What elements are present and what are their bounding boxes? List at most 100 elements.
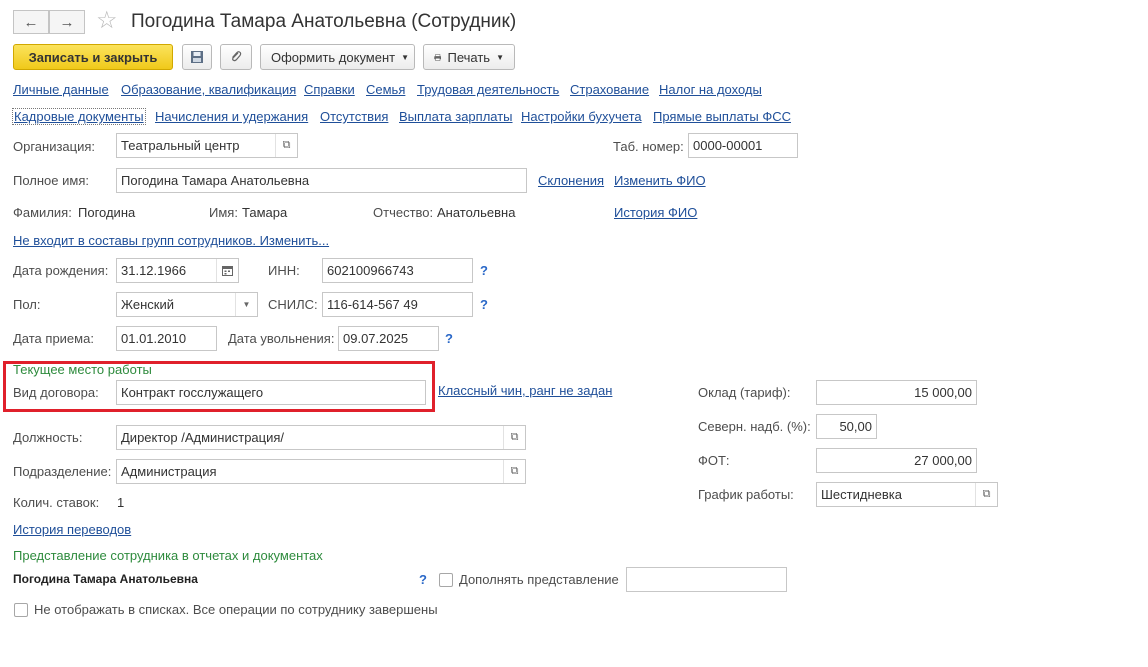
tab-insurance[interactable]: Страхование: [570, 82, 649, 97]
page-title: Погодина Тамара Анатольевна (Сотрудник): [131, 11, 517, 32]
save-and-close-button[interactable]: Записать и закрыть: [13, 44, 173, 70]
print-label: Печать: [447, 49, 491, 65]
workplace-section-title: Текущее место работы: [13, 362, 152, 377]
hire-date-field[interactable]: 01.01.2010: [116, 326, 217, 351]
tab-accounting-settings[interactable]: Настройки бухучета: [521, 109, 642, 124]
dropdown-arrow-icon: ▼: [496, 52, 504, 62]
gender-label: Пол:: [13, 297, 41, 312]
attach-button[interactable]: [220, 44, 252, 70]
class-rank-link[interactable]: Классный чин, ранг не задан: [438, 383, 612, 398]
schedule-value: Шестидневка: [821, 487, 902, 502]
chevron-down-icon[interactable]: ▼: [235, 293, 257, 316]
north-bonus-label: Северн. надб. (%):: [698, 419, 811, 434]
tab-number-label: Таб. номер:: [613, 139, 684, 154]
rates-count-value: 1: [117, 495, 125, 510]
forward-button[interactable]: →: [49, 10, 85, 34]
tab-number-field[interactable]: 0000-00001: [688, 133, 798, 158]
inn-field[interactable]: 602100966743: [322, 258, 473, 283]
organization-label: Организация:: [13, 139, 96, 154]
open-icon[interactable]: ⧉: [503, 460, 525, 483]
birth-date-label: Дата рождения:: [13, 263, 109, 278]
dismissal-date-field[interactable]: 09.07.2025: [338, 326, 439, 351]
tab-income-tax[interactable]: Налог на доходы: [659, 82, 762, 97]
employee-groups-link[interactable]: Не входит в составы групп сотрудников. И…: [13, 233, 329, 248]
birth-date-field[interactable]: 31.12.1966: [116, 258, 239, 283]
surname-value: Погодина: [78, 205, 136, 220]
surname-label: Фамилия:: [13, 205, 72, 220]
salary-label: Оклад (тариф):: [698, 385, 791, 400]
full-name-field[interactable]: Погодина Тамара Анатольевна: [116, 168, 527, 193]
hide-in-lists-label: Не отображать в списках. Все операции по…: [34, 602, 438, 617]
tab-accruals[interactable]: Начисления и удержания: [155, 109, 308, 124]
hire-date-label: Дата приема:: [13, 331, 94, 346]
organization-value: Театральный центр: [121, 138, 240, 153]
declensions-link[interactable]: Склонения: [538, 173, 604, 188]
name-value: Тамара: [242, 205, 288, 220]
tab-direct-payments[interactable]: Прямые выплаты ФСС: [653, 109, 791, 124]
supplement-checkbox[interactable]: [439, 573, 453, 587]
full-name-label: Полное имя:: [13, 173, 89, 188]
hide-in-lists-checkbox[interactable]: [14, 603, 28, 617]
favorite-star-icon[interactable]: ☆: [96, 6, 118, 35]
patronymic-label: Отчество:: [373, 205, 434, 220]
representation-help-icon[interactable]: ?: [419, 572, 427, 587]
department-value: Администрация: [121, 464, 217, 479]
north-bonus-field[interactable]: 50,00: [816, 414, 877, 439]
organization-field[interactable]: Театральный центр ⧉: [116, 133, 298, 158]
salary-field[interactable]: 15 000,00: [816, 380, 977, 405]
position-value: Директор /Администрация/: [121, 430, 285, 445]
inn-help-icon[interactable]: ?: [480, 263, 488, 278]
position-field[interactable]: Директор /Администрация/ ⧉: [116, 425, 526, 450]
birth-date-value: 31.12.1966: [121, 263, 187, 278]
contract-type-field[interactable]: Контракт госслужащего: [116, 380, 426, 405]
dismissal-date-label: Дата увольнения:: [228, 331, 335, 346]
name-label: Имя:: [209, 205, 238, 220]
tab-absences[interactable]: Отсутствия: [320, 109, 388, 124]
inn-label: ИНН:: [268, 263, 300, 278]
department-label: Подразделение:: [13, 464, 112, 479]
department-field[interactable]: Администрация ⧉: [116, 459, 526, 484]
position-label: Должность:: [13, 430, 83, 445]
print-button[interactable]: Печать ▼: [423, 44, 515, 70]
make-document-label: Оформить документ: [271, 49, 396, 65]
printer-icon: [434, 53, 442, 61]
tab-family[interactable]: Семья: [366, 82, 405, 97]
transfer-history-link[interactable]: История переводов: [13, 522, 131, 537]
make-document-button[interactable]: Оформить документ ▼: [260, 44, 415, 70]
fot-label: ФОТ:: [698, 453, 730, 468]
tab-salary-payment[interactable]: Выплата зарплаты: [399, 109, 513, 124]
forward-arrow-icon: →: [59, 13, 75, 31]
dropdown-arrow-icon: ▼: [401, 52, 410, 62]
tab-personal-data[interactable]: Личные данные: [13, 82, 109, 97]
dismissal-help-icon[interactable]: ?: [445, 331, 453, 346]
snils-field[interactable]: 116-614-567 49: [322, 292, 473, 317]
tab-labor-activity[interactable]: Трудовая деятельность: [417, 82, 559, 97]
supplement-field[interactable]: [626, 567, 787, 592]
schedule-field[interactable]: Шестидневка ⧉: [816, 482, 998, 507]
supplement-label: Дополнять представление: [459, 572, 619, 587]
back-arrow-icon: ←: [23, 13, 39, 31]
snils-label: СНИЛС:: [268, 297, 318, 312]
save-button[interactable]: [182, 44, 212, 70]
paperclip-icon: [232, 51, 242, 62]
tab-certificates[interactable]: Справки: [304, 82, 355, 97]
change-fio-link[interactable]: Изменить ФИО: [614, 173, 706, 188]
gender-select[interactable]: Женский ▼: [116, 292, 258, 317]
fot-field[interactable]: 27 000,00: [816, 448, 977, 473]
gender-value: Женский: [121, 297, 174, 312]
back-button[interactable]: ←: [13, 10, 49, 34]
patronymic-value: Анатольевна: [437, 205, 516, 220]
floppy-icon: [191, 51, 203, 63]
calendar-icon[interactable]: [216, 259, 238, 282]
tab-education[interactable]: Образование, квалификация: [121, 82, 296, 97]
history-fio-link[interactable]: История ФИО: [614, 205, 697, 220]
representation-name: Погодина Тамара Анатольевна: [13, 572, 198, 586]
snils-help-icon[interactable]: ?: [480, 297, 488, 312]
open-icon[interactable]: ⧉: [975, 483, 997, 506]
open-icon[interactable]: ⧉: [275, 134, 297, 157]
schedule-label: График работы:: [698, 487, 794, 502]
rates-count-label: Колич. ставок:: [13, 495, 100, 510]
open-icon[interactable]: ⧉: [503, 426, 525, 449]
representation-section-title: Представление сотрудника в отчетах и док…: [13, 548, 323, 563]
tab-hr-documents[interactable]: Кадровые документы: [12, 108, 146, 125]
